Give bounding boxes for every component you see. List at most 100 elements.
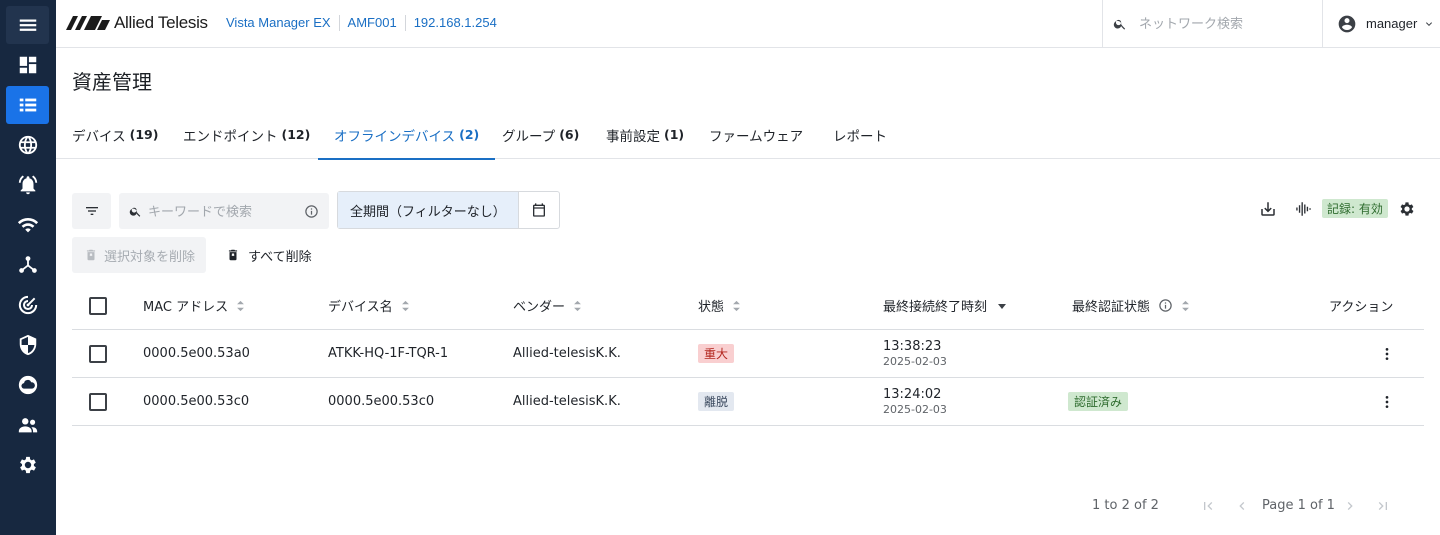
settings-button[interactable] bbox=[1397, 199, 1417, 219]
info-icon[interactable] bbox=[1158, 298, 1173, 313]
filter-button[interactable] bbox=[72, 193, 111, 229]
breadcrumb: Vista Manager EX AMF001 192.168.1.254 bbox=[218, 15, 505, 31]
cell-state: 離脱 bbox=[698, 378, 735, 425]
offline-devices-table: MAC アドレス デバイス名 ベンダー 状態 最終接続終了時刻 最終認証状態 ア… bbox=[72, 282, 1424, 426]
next-page-button[interactable] bbox=[1342, 498, 1358, 514]
globe-icon[interactable] bbox=[6, 126, 49, 164]
breadcrumb-product[interactable]: Vista Manager EX bbox=[218, 15, 339, 31]
network-search-input[interactable] bbox=[1139, 16, 1309, 31]
cell-last-connection: 13:24:02 2025-02-03 bbox=[883, 378, 947, 425]
alarm-icon[interactable] bbox=[6, 166, 49, 204]
last-page-button[interactable] bbox=[1375, 498, 1391, 514]
shield-icon[interactable] bbox=[6, 326, 49, 364]
sort-icon bbox=[574, 300, 581, 311]
tab-groups[interactable]: グループ (6) bbox=[486, 110, 595, 159]
row-checkbox[interactable] bbox=[89, 344, 107, 363]
users-icon[interactable] bbox=[6, 406, 49, 444]
tab-firmware[interactable]: ファームウェア bbox=[693, 110, 823, 159]
radar-icon[interactable] bbox=[6, 286, 49, 324]
first-page-icon bbox=[1204, 502, 1213, 510]
account-icon bbox=[1338, 15, 1356, 32]
pagination-page: Page 1 of 1 bbox=[1262, 498, 1335, 513]
calendar-button[interactable] bbox=[519, 192, 559, 228]
row-actions-button[interactable] bbox=[1379, 378, 1395, 425]
user-name: manager bbox=[1366, 16, 1418, 31]
last-page-icon bbox=[1378, 502, 1387, 510]
column-vendor[interactable]: ベンダー bbox=[513, 282, 582, 329]
delete-selected-label: 選択対象を削除 bbox=[104, 249, 196, 265]
cell-vendor: Allied-telesisK.K. bbox=[513, 394, 621, 409]
gear-icon bbox=[1400, 202, 1414, 216]
more-vert-icon bbox=[1385, 395, 1389, 408]
cloud-icon[interactable] bbox=[6, 366, 49, 404]
row-checkbox-cell bbox=[89, 378, 107, 425]
column-action: アクション bbox=[1329, 300, 1394, 315]
top-bar: Allied Telesis Vista Manager EX AMF001 1… bbox=[56, 0, 1440, 48]
cell-mac: 0000.5e00.53c0 bbox=[143, 394, 250, 409]
sort-descending-icon bbox=[998, 303, 1007, 309]
select-all-checkbox[interactable] bbox=[89, 296, 107, 315]
page-title: 資産管理 bbox=[72, 70, 152, 94]
search-icon bbox=[1113, 19, 1126, 30]
tab-endpoints[interactable]: エンドポイント (12) bbox=[167, 110, 326, 159]
cell-device-name: ATKK-HQ-1F-TQR-1 bbox=[328, 346, 449, 361]
select-all-checkbox-cell bbox=[89, 282, 107, 329]
tab-reports[interactable]: レポート bbox=[817, 110, 907, 159]
column-last-connection[interactable]: 最終接続終了時刻 bbox=[883, 282, 1007, 329]
sort-icon bbox=[1182, 300, 1189, 311]
tab-devices[interactable]: デバイス (19) bbox=[56, 110, 174, 159]
gear-icon[interactable] bbox=[6, 446, 49, 484]
delete-all-label: すべて削除 bbox=[248, 249, 312, 265]
period-filter-label[interactable]: 全期間（フィルターなし） bbox=[338, 192, 519, 228]
download-icon bbox=[1261, 202, 1275, 216]
table-row[interactable]: 0000.5e00.53a0 ATKK-HQ-1F-TQR-1 Allied-t… bbox=[72, 330, 1424, 378]
tab-offline-devices[interactable]: オフラインデバイス (2) bbox=[318, 110, 496, 160]
chevron-down-icon bbox=[1426, 21, 1433, 26]
column-device-name[interactable]: デバイス名 bbox=[328, 282, 410, 329]
last-connection-date: 2025-02-03 bbox=[883, 354, 947, 368]
wifi-icon[interactable] bbox=[6, 206, 49, 244]
network-search bbox=[1102, 0, 1322, 47]
tab-preconfig[interactable]: 事前設定 (1) bbox=[590, 110, 700, 159]
status-badge-critical: 重大 bbox=[698, 344, 735, 363]
row-checkbox-cell bbox=[89, 330, 107, 377]
download-button[interactable] bbox=[1258, 199, 1278, 219]
sort-icon bbox=[237, 300, 245, 311]
delete-selected-button[interactable]: 選択対象を削除 bbox=[72, 237, 206, 273]
menu-icon[interactable] bbox=[6, 6, 49, 44]
last-connection-time: 13:38:23 bbox=[883, 338, 942, 354]
cell-state: 重大 bbox=[698, 330, 735, 377]
info-icon[interactable] bbox=[304, 204, 319, 219]
waveform-button[interactable] bbox=[1293, 199, 1313, 219]
first-page-button[interactable] bbox=[1200, 498, 1216, 514]
column-last-auth[interactable]: 最終認証状態 bbox=[1072, 282, 1190, 329]
previous-page-button[interactable] bbox=[1234, 498, 1250, 514]
topology-icon[interactable] bbox=[6, 246, 49, 284]
dashboard-icon[interactable] bbox=[6, 46, 49, 84]
table-row[interactable]: 0000.5e00.53c0 0000.5e00.53c0 Allied-tel… bbox=[72, 378, 1424, 426]
cell-device-name: 0000.5e00.53c0 bbox=[328, 394, 435, 409]
column-state[interactable]: 状態 bbox=[698, 282, 741, 329]
list-icon[interactable] bbox=[6, 86, 49, 124]
brand-logo[interactable]: Allied Telesis bbox=[66, 12, 208, 34]
keyword-search-input[interactable] bbox=[148, 203, 298, 219]
pagination-range: 1 to 2 of 2 bbox=[1092, 498, 1159, 513]
row-actions-button[interactable] bbox=[1379, 330, 1395, 377]
breadcrumb-ip[interactable]: 192.168.1.254 bbox=[404, 15, 505, 31]
row-checkbox[interactable] bbox=[89, 392, 107, 411]
waveform-icon bbox=[1296, 202, 1311, 216]
delete-all-button[interactable]: すべて削除 bbox=[216, 237, 322, 273]
column-mac[interactable]: MAC アドレス bbox=[143, 282, 245, 329]
breadcrumb-network[interactable]: AMF001 bbox=[338, 15, 405, 31]
logo-text: Allied Telesis bbox=[114, 13, 208, 32]
period-filter: 全期間（フィルターなし） bbox=[337, 191, 560, 229]
sidebar bbox=[0, 0, 56, 535]
trash-icon bbox=[86, 249, 96, 261]
sort-icon bbox=[733, 300, 740, 311]
last-connection-time: 13:24:02 bbox=[883, 386, 942, 402]
user-menu[interactable]: manager bbox=[1322, 0, 1440, 47]
calendar-icon bbox=[533, 203, 545, 217]
filter-icon bbox=[85, 207, 98, 215]
cell-mac: 0000.5e00.53a0 bbox=[143, 346, 250, 361]
chevron-right-icon bbox=[1347, 502, 1353, 510]
